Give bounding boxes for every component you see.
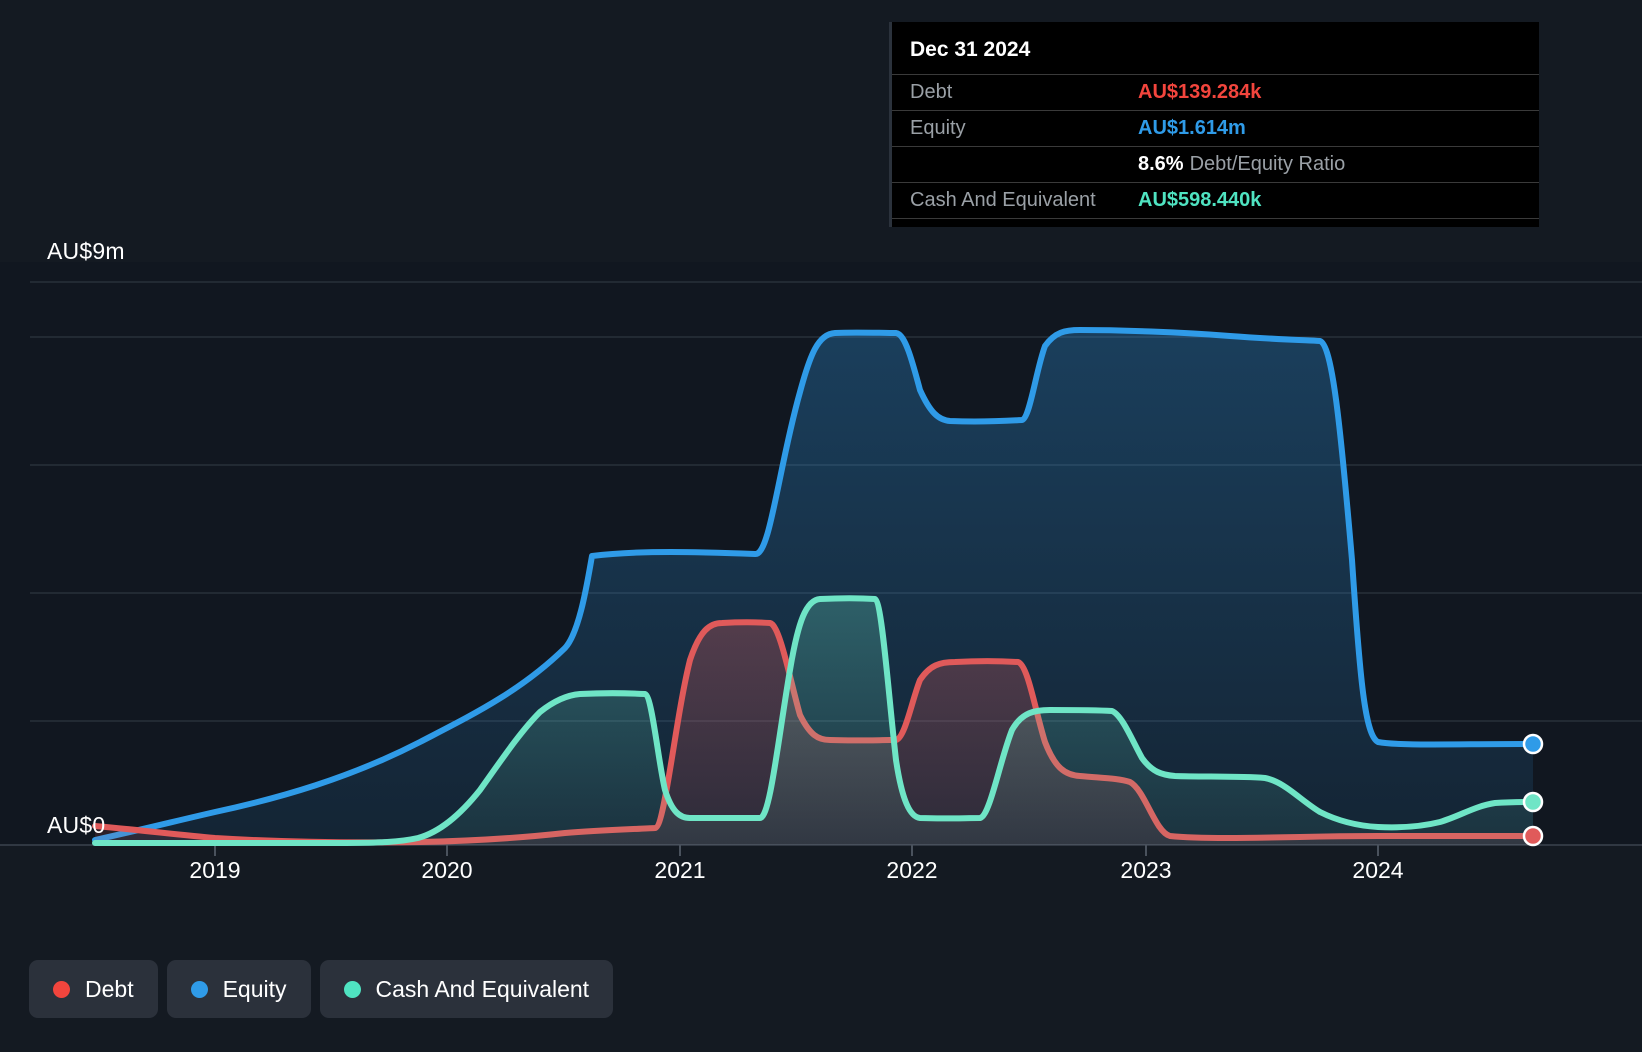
legend-item-debt[interactable]: Debt	[29, 960, 158, 1018]
x-tick-label-2022: 2022	[886, 857, 938, 883]
tooltip-ratio-label: Debt/Equity Ratio	[1189, 153, 1346, 175]
tooltip-equity-label: Equity	[910, 117, 966, 139]
legend-label-cash: Cash And Equivalent	[375, 975, 590, 1002]
legend-dot-cash-icon	[343, 980, 361, 998]
y-axis-min-label: AU$0	[47, 812, 106, 838]
debt-endpoint-marker	[1522, 825, 1544, 847]
x-tick-label-2023: 2023	[1120, 857, 1172, 883]
tooltip-date-title: Dec 31 2024	[910, 38, 1031, 61]
x-tick-label-2019: 2019	[189, 857, 241, 883]
x-tick-label-2021: 2021	[654, 857, 706, 883]
x-tick-label-2020: 2020	[421, 857, 473, 883]
x-tick-marks	[214, 845, 1379, 856]
tooltip-debt-value: AU$139.284k	[1138, 81, 1262, 103]
legend-label-equity: Equity	[222, 975, 287, 1002]
tooltip-row-equity: Equity AU$1.614m	[892, 110, 1539, 146]
chart-legend: Debt Equity Cash And Equivalent	[29, 960, 614, 1018]
chart-page: AU$9m AU$0 2019 2020 2021 2022 2023 2024…	[0, 0, 1642, 1052]
tooltip-equity-value: AU$1.614m	[1138, 117, 1246, 139]
legend-item-cash[interactable]: Cash And Equivalent	[319, 960, 614, 1018]
chart-tooltip: Dec 31 2024 Debt AU$139.284k Equity AU$1…	[889, 22, 1539, 227]
tooltip-cash-label: Cash And Equivalent	[910, 189, 1096, 211]
tooltip-row-debt: Debt AU$139.284k	[892, 74, 1539, 110]
legend-label-debt: Debt	[85, 975, 134, 1002]
legend-dot-equity-icon	[190, 980, 208, 998]
legend-item-equity[interactable]: Equity	[166, 960, 311, 1018]
tooltip-row-ratio: 8.6% Debt/Equity Ratio	[892, 146, 1539, 182]
cash-endpoint-marker	[1522, 791, 1544, 813]
tooltip-ratio-percent: 8.6%	[1138, 153, 1184, 175]
legend-dot-debt-icon	[53, 980, 70, 998]
tooltip-debt-label: Debt	[910, 81, 953, 103]
x-tick-label-2024: 2024	[1352, 857, 1404, 883]
y-axis-max-label: AU$9m	[47, 238, 125, 264]
equity-endpoint-marker	[1522, 733, 1544, 755]
tooltip-cash-value: AU$598.440k	[1138, 189, 1262, 211]
tooltip-row-cash: Cash And Equivalent AU$598.440k	[892, 182, 1539, 219]
